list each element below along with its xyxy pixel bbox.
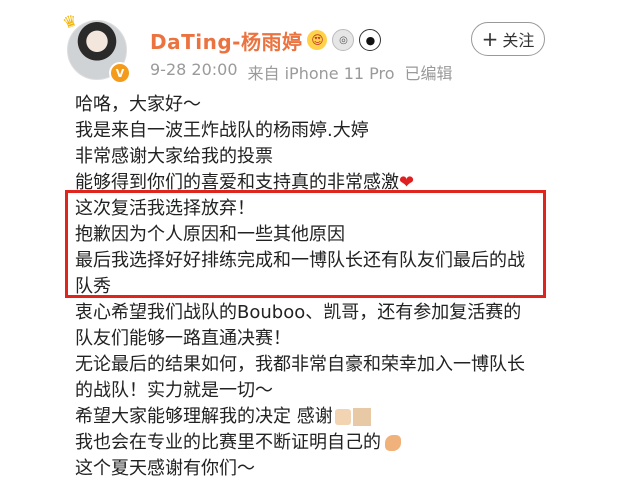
- post-line-7: 最后我选择好好排练完成和一博队长还有队友们最后的战: [75, 250, 525, 271]
- post-line-14-text: 我也会在专业的比赛里不断证明自己的: [75, 432, 381, 453]
- post-line-9: 衷心希望我们战队的Bouboo、凯哥，还有参加复活赛的: [75, 302, 522, 323]
- love-face-badge-icon: 😍: [307, 30, 328, 50]
- post-source: 来自 iPhone 11 Pro: [247, 64, 395, 83]
- post-line-12: 的战队！实力就是一切～: [75, 380, 273, 401]
- post-line-3: 非常感谢大家给我的投票: [75, 146, 273, 167]
- post-line-11: 无论最后的结果如何，我都非常自豪和荣幸加入一博队长: [75, 354, 525, 375]
- post-line-14: 我也会在专业的比赛里不断证明自己的: [75, 430, 575, 456]
- post-line-5: 这次复活我选择放弃！: [75, 198, 255, 219]
- post-line-6: 抱歉因为个人原因和一些其他原因: [75, 224, 345, 245]
- post-line-2: 我是来自一波王炸战队的杨雨婷.大婷: [75, 120, 369, 141]
- post-line-8: 队秀: [75, 276, 111, 297]
- post-line-13: 希望大家能够理解我的决定 感谢: [75, 404, 575, 430]
- skin-tone-icon: [352, 408, 371, 426]
- heart-icon: ❤: [399, 172, 415, 193]
- name-row: DaTing-杨雨婷 😍 ◎ ●: [150, 26, 382, 55]
- follow-button-label: 关注: [502, 31, 535, 50]
- post-line-4: 能够得到你们的喜爱和支持真的非常感激❤: [75, 170, 575, 196]
- post-meta: 9-28 20:00 来自 iPhone 11 Pro 已编辑: [150, 60, 463, 84]
- username[interactable]: DaTing-杨雨婷: [150, 26, 302, 55]
- edited-label: 已编辑: [404, 64, 453, 83]
- plus-icon: +: [481, 27, 499, 51]
- flexed-biceps-icon: [385, 435, 401, 451]
- post-line-4-text: 能够得到你们的喜爱和支持真的非常感激: [75, 172, 399, 193]
- avatar-container[interactable]: ♛ V: [60, 10, 131, 84]
- post-line-1: 哈咯，大家好～: [75, 94, 201, 115]
- praying-hands-icon: [334, 409, 351, 425]
- post-line-15: 这个夏天感谢有你们～: [75, 458, 255, 479]
- follow-button[interactable]: + 关注: [471, 22, 545, 56]
- verified-badge-icon: V: [109, 62, 131, 84]
- medal-badge-icon: ◎: [332, 29, 355, 51]
- post-body: 哈咯，大家好～ 我是来自一波王炸战队的杨雨婷.大婷 非常感谢大家给我的投票 能够…: [75, 92, 575, 482]
- panda-badge-icon: ●: [359, 29, 382, 51]
- post-header: ♛ V DaTing-杨雨婷 😍 ◎ ● 9-28 20:00 来自 iPhon…: [0, 0, 640, 90]
- crown-icon: ♛: [60, 10, 80, 33]
- timestamp: 9-28 20:00: [150, 60, 238, 79]
- post-line-13-text: 希望大家能够理解我的决定 感谢: [75, 406, 333, 427]
- post-line-10: 队友们能够一路直通决赛！: [75, 328, 291, 349]
